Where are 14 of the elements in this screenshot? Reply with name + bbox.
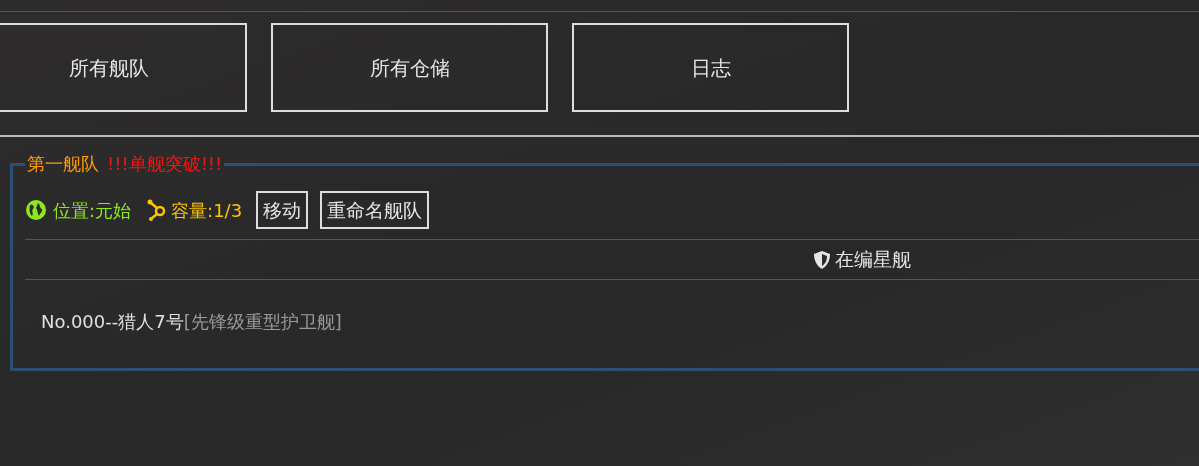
globe-icon: [25, 199, 47, 221]
fleet-name: 第一舰队: [27, 152, 99, 176]
fleet-warning-text: !!!单舰突破!!!: [107, 152, 223, 176]
ship-class: [先锋级重型护卫舰]: [183, 310, 342, 334]
ship-name: No.000--猎人7号: [41, 310, 184, 334]
location-label: 位置:元始: [53, 198, 132, 223]
action-button[interactable]: 重命名舰队: [320, 191, 430, 229]
nav-button[interactable]: 所有仓储: [271, 23, 548, 112]
shield-icon: [813, 249, 831, 270]
column-header: 在编星舰: [835, 247, 911, 273]
action-button[interactable]: 移动: [256, 191, 309, 229]
nav-button[interactable]: 所有舰队: [0, 23, 247, 112]
capacity-label: 容量:1/3: [171, 198, 243, 223]
nav-button[interactable]: 日志: [572, 23, 849, 112]
